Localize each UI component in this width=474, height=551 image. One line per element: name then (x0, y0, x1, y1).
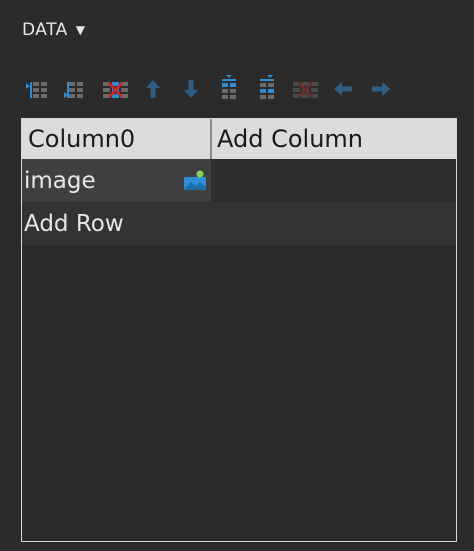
data-panel-toggle[interactable]: DATA ▼ (22, 20, 86, 40)
insert-column-after-button[interactable] (62, 74, 92, 104)
move-right-button[interactable] (366, 74, 396, 104)
column-header-column0[interactable]: Column0 (22, 119, 212, 159)
arrow-right-icon (372, 82, 390, 96)
move-up-button[interactable] (138, 74, 168, 104)
add-row-label: Add Row (24, 210, 124, 237)
add-row-button[interactable]: Add Row (22, 202, 456, 245)
grid-toolbar (24, 74, 404, 104)
grid-cell-empty[interactable] (211, 159, 456, 202)
insert-column-before-button[interactable] (24, 74, 54, 104)
data-grid: Column0 Add Column image Add Row (21, 118, 457, 542)
insert-column-before-icon (26, 82, 47, 98)
delete-row-button[interactable] (290, 74, 320, 104)
move-down-button[interactable] (176, 74, 206, 104)
cell-text: image (24, 167, 96, 194)
insert-row-above-button[interactable] (214, 74, 244, 104)
insert-column-after-icon (64, 82, 83, 98)
move-left-button[interactable] (328, 74, 358, 104)
delete-row-icon (293, 81, 318, 99)
arrow-left-icon (334, 82, 352, 96)
grid-header-row: Column0 Add Column (22, 119, 456, 159)
arrow-up-icon (146, 80, 160, 98)
delete-column-icon (103, 81, 128, 99)
image-icon[interactable] (183, 169, 207, 191)
add-column-button[interactable]: Add Column (212, 119, 456, 159)
table-row: image (22, 159, 456, 202)
caret-down-icon: ▼ (75, 23, 86, 37)
arrow-down-icon (184, 80, 198, 98)
panel-title: DATA (22, 20, 68, 40)
insert-row-below-icon (260, 75, 274, 99)
insert-row-above-icon (222, 75, 236, 99)
delete-column-button[interactable] (100, 74, 130, 104)
insert-row-below-button[interactable] (252, 74, 282, 104)
grid-cell-image[interactable]: image (22, 159, 211, 202)
